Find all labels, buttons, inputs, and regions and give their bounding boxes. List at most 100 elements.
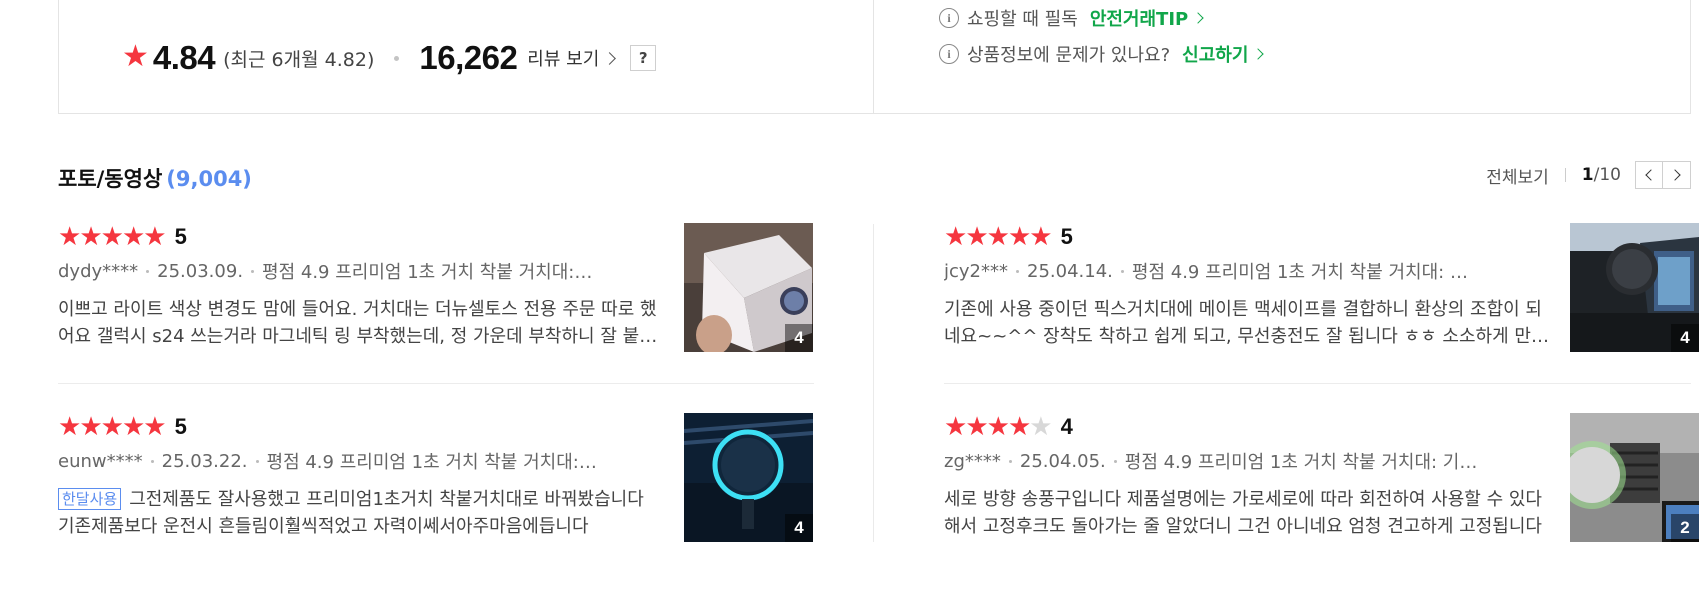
info-icon: i xyxy=(939,44,959,64)
star-filled-icon: ★ xyxy=(79,412,102,442)
product-option: 평점 4.9 프리미엄 1초 거치 착붙 거치대: 기본형(구성: xyxy=(262,262,598,283)
photo-count: 4 xyxy=(785,324,813,352)
chevron-right-icon xyxy=(1192,12,1204,24)
review-body: 기존에 사용 중이던 픽스거치대에 메이튼 맥세이프를 결합하니 환상의 조합이… xyxy=(944,299,1548,347)
review-card[interactable]: ★ ★ ★ ★ ★ 5 eunw**** 25.03.22. 평점 4.9 프리미엄 1초… xyxy=(58,413,814,542)
reviewer-id: zg**** xyxy=(944,450,1001,472)
column-divider xyxy=(873,224,874,542)
section-title: 포토/동영상 (9,004) xyxy=(58,163,252,193)
chevron-right-icon xyxy=(1252,48,1265,60)
average-score: 4.84 xyxy=(152,39,216,76)
star-rating: ★ ★ ★ ★ ★ 5 xyxy=(58,414,187,440)
rating-summary: ★ 4.84 (최근 6개월 4.82) 16,262 리뷰 보기 ? xyxy=(122,36,657,80)
review-text: 한달사용 그전제품도 잘사용했고 프리미엄1초거치 착붙거치대로 바꿔봤습니다 기… xyxy=(58,486,663,540)
section-count: (9,004) xyxy=(166,167,252,191)
pager-divider xyxy=(1564,168,1566,182)
star-icon: ★ xyxy=(122,39,149,74)
star-empty-icon: ★ xyxy=(1029,412,1052,442)
notice-link-label: 안전거래TIP xyxy=(1089,9,1189,30)
report-link[interactable]: 신고하기 xyxy=(1182,41,1265,67)
view-all-link[interactable]: 전체보기 xyxy=(1486,163,1549,188)
star-filled-icon: ★ xyxy=(944,222,967,252)
view-reviews-label: 리뷰 보기 xyxy=(527,49,600,70)
star-filled-icon: ★ xyxy=(100,222,124,252)
rating-score: 4 xyxy=(1060,414,1073,439)
review-photo[interactable]: 2 xyxy=(1570,413,1699,542)
review-text: 이쁘고 라이트 색상 변경도 맘에 들어요. 거치대는 더뉴셀토스 전용 주문 … xyxy=(58,296,663,350)
help-button[interactable]: ? xyxy=(630,45,657,71)
review-photo[interactable]: 4 xyxy=(684,223,813,352)
rating-score: 5 xyxy=(174,414,187,439)
review-card[interactable]: ★ ★ ★ ★ ★ 4 zg**** 25.04.05. 평점 4.9 프리미엄 1초 거… xyxy=(944,413,1700,542)
photo-count: 2 xyxy=(1671,514,1699,542)
review-card[interactable]: ★ ★ ★ ★ ★ 5 dydy**** 25.03.09. 평점 4.9 프리미엄 1초… xyxy=(58,222,814,352)
row-divider xyxy=(944,383,1691,384)
reviewer-id: eunw**** xyxy=(58,450,143,472)
review-card[interactable]: ★ ★ ★ ★ ★ 5 jcy2*** 25.04.14. 평점 4.9 프리미엄 1초 … xyxy=(944,223,1700,352)
reviewer-id: jcy2*** xyxy=(944,260,1009,282)
review-count: 16,262 xyxy=(419,39,518,76)
rating-score: 5 xyxy=(1060,224,1073,249)
star-filled-icon: ★ xyxy=(58,412,81,442)
review-body: 세로 방향 송풍구입니다 제품설명에는 가로세로에 따라 회전하여 사용할 수 … xyxy=(944,489,1542,537)
page-current: 1 xyxy=(1581,165,1594,185)
product-option: 평점 4.9 프리미엄 1초 거치 착붙 거치대: 기본형 xyxy=(1131,262,1484,283)
star-rating: ★ ★ ★ ★ ★ 5 xyxy=(944,224,1073,250)
page-indicator: 1/10 xyxy=(1582,165,1621,185)
review-text: 세로 방향 송풍구입니다 제품설명에는 가로세로에 따라 회전하여 사용할 수 … xyxy=(944,486,1549,540)
prev-page-button[interactable] xyxy=(1635,161,1663,189)
review-body: 그전제품도 잘사용했고 프리미엄1초거치 착붙거치대로 바꿔봤습니다 기존제품보… xyxy=(58,489,644,537)
review-date: 25.03.22. xyxy=(161,450,248,472)
review-meta: zg**** 25.04.05. 평점 4.9 프리미엄 1초 거치 착붙 거치… xyxy=(944,448,1484,474)
notice-report: i 상품정보에 문제가 있나요? 신고하기 xyxy=(939,40,1265,68)
row-divider xyxy=(58,383,814,384)
star-rating: ★ ★ ★ ★ ★ 4 xyxy=(944,414,1073,440)
reviewer-id: dydy**** xyxy=(58,260,139,282)
star-filled-icon: ★ xyxy=(143,222,166,252)
view-reviews-link[interactable]: 리뷰 보기 xyxy=(527,45,617,71)
usage-badge: 한달사용 xyxy=(58,488,122,510)
product-option: 평점 4.9 프리미엄 1초 거치 착붙 거치대: 기본형 xyxy=(1124,452,1484,473)
review-body: 이쁘고 라이트 색상 변경도 맘에 들어요. 거치대는 더뉴셀토스 전용 주문 … xyxy=(58,299,657,347)
section-title-text: 포토/동영상 xyxy=(58,167,163,191)
star-filled-icon: ★ xyxy=(965,412,988,442)
star-filled-icon: ★ xyxy=(100,412,124,442)
review-text: 기존에 사용 중이던 픽스거치대에 메이튼 맥세이프를 결합하니 환상의 조합이… xyxy=(944,296,1549,350)
pager: 전체보기 1/10 xyxy=(1486,161,1691,189)
dot-separator xyxy=(394,55,400,61)
review-date: 25.03.09. xyxy=(157,260,244,282)
chevron-right-icon xyxy=(603,51,617,65)
page-total: /10 xyxy=(1593,165,1621,185)
review-photo[interactable]: 4 xyxy=(684,413,813,542)
photo-count: 4 xyxy=(1671,324,1699,352)
star-filled-icon: ★ xyxy=(121,412,145,442)
star-filled-icon: ★ xyxy=(58,222,81,252)
chevron-left-icon xyxy=(1645,169,1657,181)
notice-link-label: 신고하기 xyxy=(1182,45,1249,66)
star-filled-icon: ★ xyxy=(944,412,967,442)
product-option: 평점 4.9 프리미엄 1초 거치 착붙 거치대: 기본형(구성: xyxy=(266,452,598,473)
safe-trade-tip-link[interactable]: 안전거래TIP xyxy=(1089,5,1204,31)
review-date: 25.04.05. xyxy=(1019,450,1106,472)
star-filled-icon: ★ xyxy=(986,412,1010,442)
star-filled-icon: ★ xyxy=(121,222,145,252)
info-icon: i xyxy=(939,8,959,28)
star-filled-icon: ★ xyxy=(1029,222,1052,252)
review-meta: jcy2*** 25.04.14. 평점 4.9 프리미엄 1초 거치 착붙 거… xyxy=(944,258,1484,284)
rating-score: 5 xyxy=(174,224,187,249)
next-page-button[interactable] xyxy=(1663,161,1691,189)
review-photo[interactable]: 4 xyxy=(1570,223,1699,352)
review-meta: dydy**** 25.03.09. 평점 4.9 프리미엄 1초 거치 착붙 … xyxy=(58,258,598,284)
recent-score: (최근 6개월 4.82) xyxy=(223,48,375,71)
summary-divider xyxy=(873,0,874,114)
review-meta: eunw**** 25.03.22. 평점 4.9 프리미엄 1초 거치 착붙 … xyxy=(58,448,598,474)
star-filled-icon: ★ xyxy=(79,222,102,252)
notice-safe-trade: i 쇼핑할 때 필독 안전거래TIP xyxy=(939,4,1204,32)
chevron-right-icon xyxy=(1668,169,1681,181)
star-filled-icon: ★ xyxy=(1007,412,1031,442)
star-filled-icon: ★ xyxy=(143,412,166,442)
star-filled-icon: ★ xyxy=(986,222,1010,252)
review-date: 25.04.14. xyxy=(1027,260,1113,282)
star-filled-icon: ★ xyxy=(965,222,988,252)
notice-text: 상품정보에 문제가 있나요? xyxy=(967,45,1171,66)
